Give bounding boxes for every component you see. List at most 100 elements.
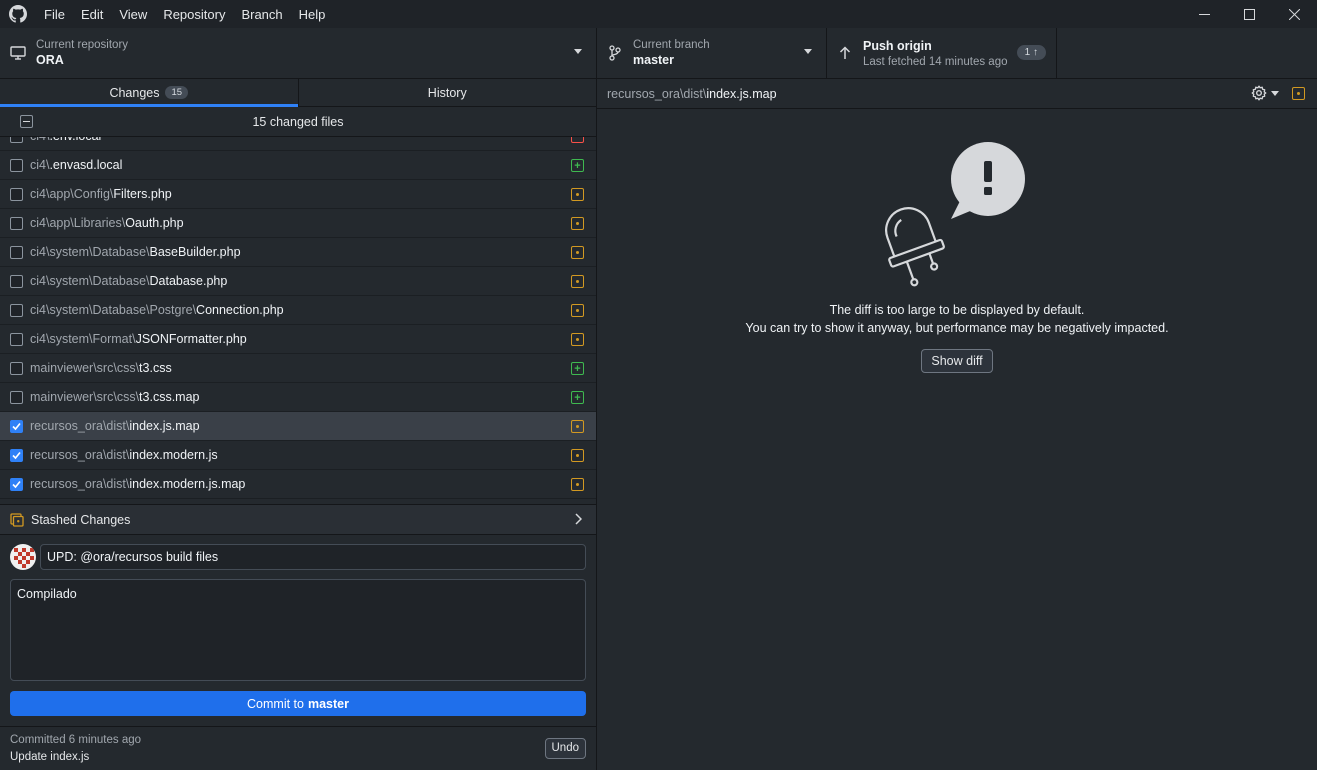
- file-dir: mainviewer\src\css\: [30, 361, 140, 375]
- file-dir: ci4\system\Database\: [30, 274, 150, 288]
- file-checkbox[interactable]: [10, 137, 23, 143]
- file-name: Connection.php: [196, 303, 284, 317]
- file-path: mainviewer\src\css\t3.css: [30, 361, 172, 375]
- window-controls: [1182, 0, 1317, 28]
- file-row[interactable]: ci4\system\Database\Postgre\Connection.p…: [0, 296, 596, 325]
- stashed-changes-button[interactable]: Stashed Changes: [0, 504, 596, 535]
- menu-branch[interactable]: Branch: [233, 0, 290, 28]
- file-path: ci4\system\Database\Postgre\Connection.p…: [30, 303, 284, 317]
- file-row[interactable]: recursos_ora\dist\index.js.map: [0, 412, 596, 441]
- file-path: ci4\system\Format\JSONFormatter.php: [30, 332, 247, 346]
- diff-file-path: recursos_ora\dist\index.js.map: [607, 87, 777, 101]
- chevron-right-icon: [575, 513, 582, 525]
- deleted-status-icon: [571, 137, 584, 143]
- changed-files-count: 15 changed files: [252, 114, 344, 129]
- commit-button[interactable]: Commit to master: [10, 691, 586, 716]
- file-name: t3.css: [139, 361, 172, 375]
- file-row[interactable]: ci4\.envasd.local +: [0, 151, 596, 180]
- file-name: .env.local: [49, 137, 101, 143]
- repository-name: ORA: [36, 52, 64, 67]
- file-dir: mainviewer\src\css\: [30, 390, 140, 404]
- branch-icon: [597, 45, 633, 61]
- file-checkbox[interactable]: [10, 303, 23, 317]
- file-checkbox[interactable]: [10, 187, 23, 201]
- select-all-checkbox[interactable]: [20, 115, 33, 128]
- menu-bar: File Edit View Repository Branch Help: [36, 0, 333, 28]
- file-checkbox[interactable]: [10, 158, 23, 172]
- file-dir: ci4\system\Format\: [30, 332, 136, 346]
- commit-form: Compilado Commit to master: [0, 535, 596, 726]
- file-name: index.modern.js.map: [129, 477, 246, 491]
- file-row[interactable]: mainviewer\src\css\t3.css.map +: [0, 383, 596, 412]
- file-checkbox[interactable]: [10, 332, 23, 346]
- file-dir: ci4\system\Database\Postgre\: [30, 303, 197, 317]
- file-name: Database.php: [149, 274, 228, 288]
- maximize-icon[interactable]: [1227, 0, 1272, 28]
- menu-repository[interactable]: Repository: [155, 0, 233, 28]
- diff-panel: recursos_ora\dist\index.js.map The diff …: [597, 79, 1317, 770]
- changed-files-list: ci4\.env.localci4\.envasd.local+ci4\app\…: [0, 137, 596, 504]
- file-checkbox[interactable]: [10, 361, 23, 375]
- diff-options-button[interactable]: [1251, 85, 1279, 101]
- stash-icon: [10, 512, 24, 527]
- commit-description-input[interactable]: Compilado: [10, 579, 586, 681]
- modified-status-icon: [571, 246, 584, 259]
- current-branch-button[interactable]: Current branch master: [597, 28, 827, 78]
- menu-edit[interactable]: Edit: [73, 0, 111, 28]
- file-path: ci4\system\Database\Database.php: [30, 274, 227, 288]
- file-row[interactable]: ci4\app\Libraries\Oauth.php: [0, 209, 596, 238]
- file-row[interactable]: ci4\system\Format\JSONFormatter.php: [0, 325, 596, 354]
- undo-button[interactable]: Undo: [544, 738, 586, 759]
- tab-history[interactable]: History: [297, 79, 597, 106]
- file-row[interactable]: ci4\.env.local: [0, 137, 596, 151]
- current-repository-button[interactable]: Current repository ORA: [0, 28, 597, 78]
- file-checkbox[interactable]: [10, 245, 23, 259]
- file-dir: recursos_ora\dist\: [30, 419, 130, 433]
- file-checkbox[interactable]: [10, 390, 23, 404]
- push-origin-button[interactable]: Push origin Last fetched 14 minutes ago …: [827, 28, 1057, 78]
- file-checkbox[interactable]: [10, 216, 23, 230]
- file-checkbox[interactable]: [10, 274, 23, 288]
- chevron-down-icon: [1271, 90, 1279, 96]
- minimize-icon[interactable]: [1182, 0, 1227, 28]
- added-status-icon: +: [571, 159, 584, 172]
- file-name: Filters.php: [113, 187, 172, 201]
- file-checkbox[interactable]: [10, 448, 23, 462]
- file-row[interactable]: ci4\app\Config\Filters.php: [0, 180, 596, 209]
- tab-changes[interactable]: Changes 15: [0, 79, 298, 107]
- chevron-down-icon: [574, 49, 582, 54]
- branch-name: master: [633, 52, 674, 67]
- chevron-down-icon: [804, 49, 812, 54]
- menu-help[interactable]: Help: [291, 0, 334, 28]
- file-name: JSONFormatter.php: [135, 332, 247, 346]
- modified-status-icon: [571, 333, 584, 346]
- file-name: t3.css.map: [139, 390, 200, 404]
- file-dir: ci4\app\Libraries\: [30, 216, 126, 230]
- show-diff-button[interactable]: Show diff: [921, 349, 993, 373]
- modified-status-icon: [571, 478, 584, 491]
- close-icon[interactable]: [1272, 0, 1317, 28]
- menu-view[interactable]: View: [111, 0, 155, 28]
- github-logo-icon: [0, 0, 36, 28]
- file-dir: ci4\app\Config\: [30, 187, 114, 201]
- file-path: ci4\app\Config\Filters.php: [30, 187, 172, 201]
- repository-label: Current repository: [36, 38, 129, 51]
- file-path: mainviewer\src\css\t3.css.map: [30, 390, 199, 404]
- changes-sidebar: Changes 15 History 15 changed files ci4\…: [0, 79, 597, 770]
- file-row[interactable]: recursos_ora\dist\index.modern.js.map: [0, 470, 596, 499]
- commit-summary-input[interactable]: [40, 544, 586, 570]
- menu-file[interactable]: File: [36, 0, 73, 28]
- file-name: index.js.map: [129, 419, 200, 433]
- file-checkbox[interactable]: [10, 419, 23, 433]
- modified-status-icon: [571, 420, 584, 433]
- file-row[interactable]: recursos_ora\dist\index.modern.js: [0, 441, 596, 470]
- tab-history-label: History: [427, 85, 467, 100]
- push-title: Push origin: [863, 38, 932, 53]
- file-dir: ci4\: [30, 158, 50, 172]
- file-row[interactable]: ci4\system\Database\BaseBuilder.php: [0, 238, 596, 267]
- file-path: ci4\system\Database\BaseBuilder.php: [30, 245, 241, 259]
- file-row[interactable]: mainviewer\src\css\t3.css +: [0, 354, 596, 383]
- file-row[interactable]: ci4\system\Database\Database.php: [0, 267, 596, 296]
- modified-status-icon: [1292, 87, 1305, 100]
- file-checkbox[interactable]: [10, 477, 23, 491]
